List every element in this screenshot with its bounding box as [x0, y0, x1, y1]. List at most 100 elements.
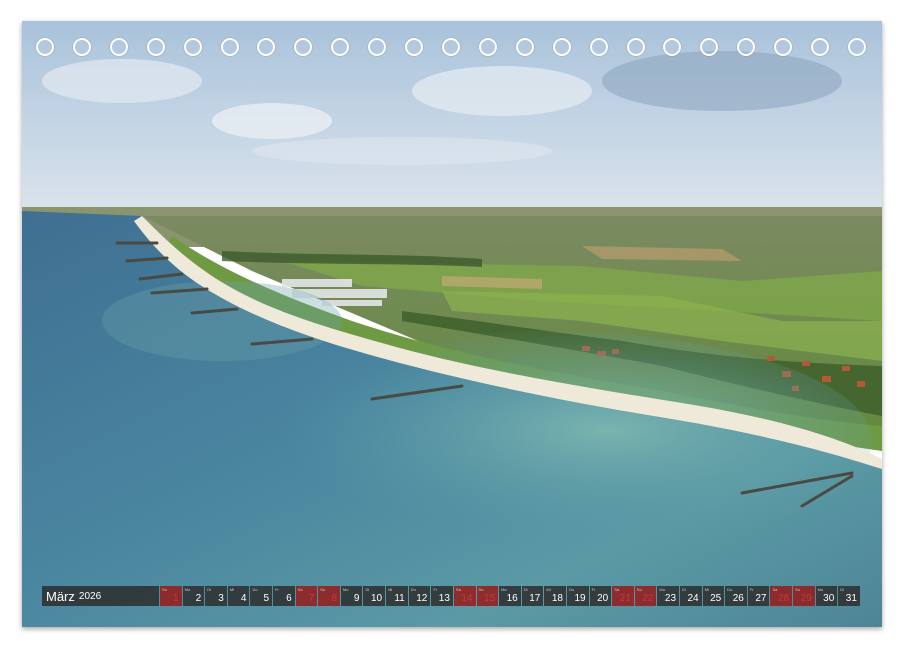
day-cell: Do 12: [408, 586, 431, 606]
weekday-abbr: Sa: [614, 587, 620, 592]
day-cell: Sa 7: [295, 586, 318, 606]
binding-hole: [811, 38, 830, 56]
day-number: 4: [240, 593, 247, 604]
day-number: 8: [331, 593, 337, 604]
binding-hole: [257, 38, 276, 56]
weekday-abbr: Di: [207, 587, 211, 592]
binding-hole: [441, 38, 460, 56]
day-cell: So 8: [318, 586, 340, 606]
weekday-abbr: Mi: [388, 587, 393, 592]
weekday-abbr: Do: [727, 587, 733, 592]
day-number: 2: [195, 593, 202, 604]
day-cell: Mi 4: [227, 586, 250, 606]
weekday-abbr: Fr: [749, 587, 754, 592]
day-cell: Sa 14: [453, 586, 476, 606]
weekday-abbr: Di: [682, 587, 686, 592]
binding-hole: [700, 38, 719, 56]
day-cell: Sa 21: [612, 586, 634, 606]
day-cell: Di 10: [363, 586, 386, 606]
weekday-abbr: Di: [365, 587, 370, 592]
day-cell: Mo 30: [815, 586, 838, 606]
day-cell: Do 26: [725, 586, 747, 606]
weekday-abbr: Fr: [591, 587, 596, 592]
weekday-abbr: Mo: [501, 587, 507, 592]
day-cell: Fr 6: [273, 586, 295, 606]
day-number: 14: [461, 593, 473, 604]
weekday-abbr: Sa: [772, 587, 778, 592]
day-cell: Mo 23: [657, 586, 680, 606]
month-calendar-bar: März 2026 So 1 Mo 2 Di 3 Mi 4 Do 5 Fr 6 Sa 7 So 8 Mo 9 Di 1…: [42, 586, 860, 606]
binding-hole: [626, 38, 645, 56]
binding-hole: [146, 38, 165, 56]
weekday-abbr: Di: [523, 587, 528, 592]
weekday-abbr: Mo: [342, 587, 349, 592]
day-number: 19: [574, 593, 586, 604]
weekday-abbr: Do: [252, 587, 258, 592]
weekday-abbr: Sa: [297, 587, 303, 592]
weekday-abbr: So: [636, 587, 642, 592]
weekday-abbr: Fr: [433, 587, 438, 592]
day-cell: So 15: [476, 586, 499, 606]
binding-hole: [220, 38, 239, 56]
day-number: 24: [687, 593, 699, 604]
binding-hole: [663, 38, 682, 56]
binding-hole: [774, 38, 793, 56]
day-number: 3: [218, 593, 224, 604]
day-cell: Fr 20: [589, 586, 612, 606]
binding-hole: [737, 38, 756, 56]
day-number: 31: [845, 593, 857, 604]
day-cell: Di 3: [205, 586, 227, 606]
binding-hole: [847, 38, 866, 56]
weekday-abbr: So: [320, 587, 326, 592]
day-number: 23: [664, 593, 677, 604]
day-cell: Sa 28: [770, 586, 793, 606]
day-number: 15: [484, 593, 496, 604]
day-cell: Di 17: [521, 586, 544, 606]
month-year: 2026: [78, 590, 102, 602]
binding-hole: [405, 38, 424, 56]
binding-hole: [589, 38, 608, 56]
weekday-abbr: Do: [410, 587, 416, 592]
day-cell: Do 19: [566, 586, 589, 606]
day-number: 13: [438, 593, 450, 604]
day-cell: Di 31: [838, 586, 860, 606]
day-cell: So 22: [634, 586, 657, 606]
weekday-abbr: Fr: [275, 587, 279, 592]
day-cell: Do 5: [250, 586, 273, 606]
weekday-abbr: Mi: [704, 587, 709, 592]
weekday-abbr: Mo: [184, 587, 191, 592]
day-number: 17: [529, 593, 541, 604]
weekday-abbr: Sa: [455, 587, 461, 592]
binding-hole: [478, 38, 497, 56]
day-number: 10: [370, 593, 383, 604]
day-number: 25: [710, 593, 722, 604]
day-number: 18: [551, 593, 563, 604]
weekday-abbr: Mi: [546, 587, 551, 592]
day-cell: Mo 16: [499, 586, 521, 606]
day-number: 1: [173, 593, 179, 604]
day-cell: Mo 2: [182, 586, 205, 606]
weekday-abbr: So: [478, 587, 484, 592]
month-label: März 2026: [42, 586, 159, 606]
day-cells: So 1 Mo 2 Di 3 Mi 4 Do 5 Fr 6 Sa 7 So 8 Mo 9 Di 10 Mi 11 Do 12 F…: [160, 586, 860, 606]
binding-hole: [109, 38, 128, 56]
day-cell: Mi 25: [702, 586, 725, 606]
day-cell: Mi 18: [544, 586, 566, 606]
weekday-abbr: Do: [568, 587, 575, 592]
weekday-abbr: Mo: [659, 587, 665, 592]
day-cell: Di 24: [680, 586, 702, 606]
day-number: 26: [732, 593, 744, 604]
binding-hole: [294, 38, 313, 56]
month-name: März: [46, 588, 75, 604]
binding-hole: [552, 38, 571, 56]
day-number: 5: [263, 593, 270, 604]
day-cell: Fr 13: [431, 586, 453, 606]
day-number: 28: [777, 593, 790, 604]
day-number: 16: [506, 593, 518, 604]
binding-hole: [183, 38, 202, 56]
day-cell: So 1: [160, 586, 182, 606]
day-number: 9: [353, 593, 360, 604]
day-number: 12: [416, 593, 428, 604]
weekday-abbr: Mi: [229, 587, 235, 592]
day-cell: So 29: [793, 586, 815, 606]
